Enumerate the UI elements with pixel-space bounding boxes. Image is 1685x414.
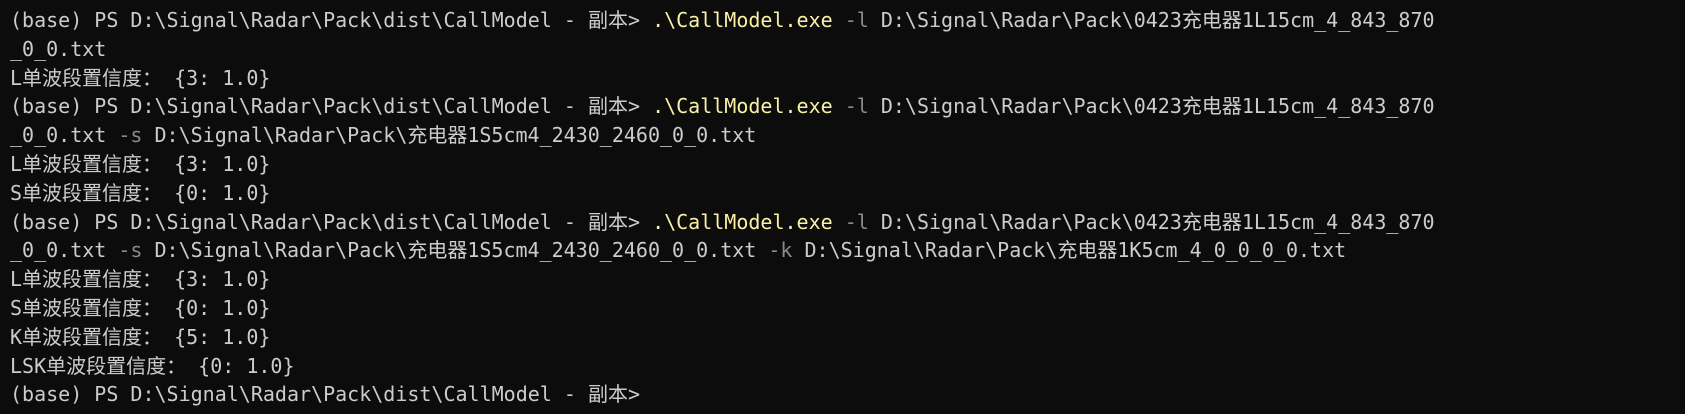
- program-output: LSK单波段置信度： {0: 1.0}: [10, 353, 295, 378]
- terminal-output[interactable]: (base) PS D:\Signal\Radar\Pack\dist\Call…: [0, 0, 1685, 414]
- command-argument: _0_0.txt: [10, 238, 107, 263]
- terminal-line: S单波段置信度： {0: 1.0}: [10, 294, 1685, 323]
- command-argument: D:\Signal\Radar\Pack\0423充电器1L15cm_4_843…: [868, 8, 1435, 32]
- command-flag: -s: [106, 123, 143, 148]
- terminal-line: K单波段置信度： {5: 1.0}: [10, 323, 1685, 352]
- program-output: L单波段置信度： {3: 1.0}: [10, 65, 271, 90]
- program-output: S单波段置信度： {0: 1.0}: [10, 295, 271, 320]
- command-executable: .\CallModel.exe: [652, 8, 833, 32]
- command-argument: D:\Signal\Radar\Pack\0423充电器1L15cm_4_843…: [868, 209, 1435, 234]
- terminal-line: L单波段置信度： {3: 1.0}: [10, 150, 1685, 179]
- shell-prompt: (base) PS D:\Signal\Radar\Pack\dist\Call…: [10, 8, 653, 32]
- command-argument: _0_0.txt: [10, 123, 107, 148]
- terminal-line: _0_0.txt -s D:\Signal\Radar\Pack\充电器1S5c…: [10, 121, 1685, 150]
- shell-prompt: (base) PS D:\Signal\Radar\Pack\dist\Call…: [10, 209, 653, 234]
- terminal-line: LSK单波段置信度： {0: 1.0}: [10, 352, 1685, 381]
- command-flag: -l: [832, 94, 869, 119]
- terminal-line: L单波段置信度： {3: 1.0}: [10, 265, 1685, 294]
- command-argument: D:\Signal\Radar\Pack\充电器1K5cm_4_0_0_0_0.…: [792, 238, 1347, 263]
- program-output: L单波段置信度： {3: 1.0}: [10, 151, 271, 176]
- terminal-line: (base) PS D:\Signal\Radar\Pack\dist\Call…: [10, 92, 1685, 121]
- command-executable: .\CallModel.exe: [652, 209, 833, 234]
- command-argument: D:\Signal\Radar\Pack\0423充电器1L15cm_4_843…: [868, 94, 1435, 119]
- terminal-line: _0_0.txt -s D:\Signal\Radar\Pack\充电器1S5c…: [10, 236, 1685, 265]
- command-executable: .\CallModel.exe: [652, 94, 833, 119]
- command-argument: _0_0.txt: [10, 36, 107, 61]
- command-argument: D:\Signal\Radar\Pack\充电器1S5cm4_2430_2460…: [142, 123, 757, 148]
- shell-prompt: (base) PS D:\Signal\Radar\Pack\dist\Call…: [10, 382, 641, 407]
- command-flag: -l: [832, 209, 869, 234]
- terminal-line: _0_0.txt: [10, 35, 1685, 64]
- command-flag: -k: [756, 238, 793, 263]
- program-output: L单波段置信度： {3: 1.0}: [10, 267, 271, 292]
- program-output: K单波段置信度： {5: 1.0}: [10, 324, 271, 349]
- shell-prompt: (base) PS D:\Signal\Radar\Pack\dist\Call…: [10, 94, 653, 119]
- terminal-line: (base) PS D:\Signal\Radar\Pack\dist\Call…: [10, 208, 1685, 237]
- command-argument: D:\Signal\Radar\Pack\充电器1S5cm4_2430_2460…: [142, 238, 757, 263]
- terminal-line: L单波段置信度： {3: 1.0}: [10, 64, 1685, 93]
- command-flag: -l: [832, 8, 869, 32]
- program-output: S单波段置信度： {0: 1.0}: [10, 180, 271, 205]
- terminal-line: (base) PS D:\Signal\Radar\Pack\dist\Call…: [10, 380, 1685, 409]
- terminal-line: S单波段置信度： {0: 1.0}: [10, 179, 1685, 208]
- command-flag: -s: [106, 238, 143, 263]
- terminal-line: (base) PS D:\Signal\Radar\Pack\dist\Call…: [10, 6, 1685, 35]
